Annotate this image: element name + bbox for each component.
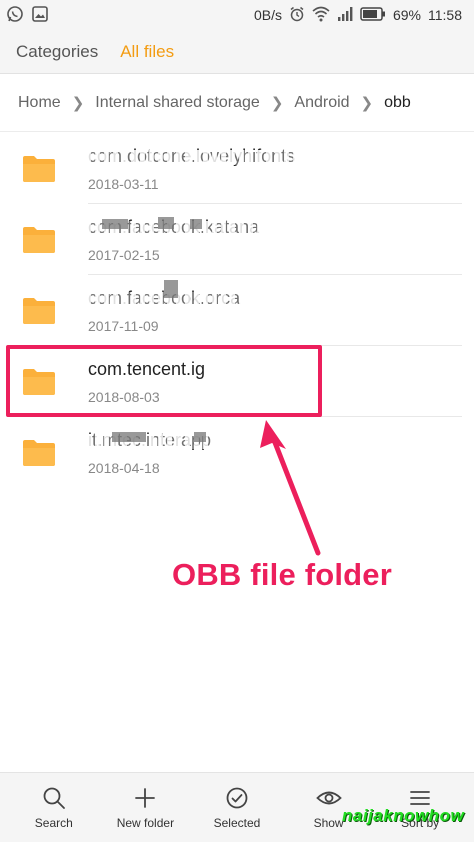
annotation-label: OBB file folder	[172, 557, 393, 592]
clock: 11:58	[428, 7, 462, 23]
file-row[interactable]: com.dotcone.lovelyhifonts 2018-03-11	[0, 133, 474, 204]
search-button[interactable]: Search	[11, 786, 97, 830]
redaction-blot	[158, 216, 174, 229]
breadcrumb-android[interactable]: Android	[294, 94, 349, 112]
file-text: com.facebook.katana 2017-02-15	[85, 216, 262, 263]
tab-categories[interactable]: Categories	[16, 42, 98, 62]
whatsapp-icon	[6, 5, 24, 26]
file-text: com.dotcone.lovelyhifonts 2018-03-11	[85, 145, 298, 192]
tab-header: Categories All files	[0, 30, 474, 74]
file-name-text: it.mtec.interapp	[88, 429, 212, 450]
file-row[interactable]: it.mtec.interapp 2018-04-18	[0, 417, 474, 488]
selected-label: Selected	[213, 815, 261, 830]
eye-icon	[315, 786, 342, 810]
selected-button[interactable]: Selected	[194, 786, 280, 830]
file-date: 2017-11-09	[88, 317, 159, 334]
folder-icon	[22, 155, 56, 183]
check-circle-icon	[225, 786, 249, 810]
tab-all-files[interactable]: All files	[120, 42, 174, 62]
image-icon	[31, 5, 49, 26]
file-text: com.facebook.orca 2017-11-09	[85, 279, 243, 334]
file-row[interactable]: com.facebook.orca 2017-11-09	[0, 275, 474, 346]
breadcrumb: Home ❯ Internal shared storage ❯ Android…	[0, 74, 474, 132]
plus-icon	[133, 786, 157, 810]
show-label: Show	[313, 815, 344, 830]
file-row[interactable]: com.tencent.ig 2018-08-03	[0, 346, 474, 417]
redaction-blot	[102, 218, 128, 229]
network-speed: 0B/s	[253, 7, 282, 23]
breadcrumb-obb[interactable]: obb	[384, 94, 411, 112]
alarm-icon	[289, 6, 305, 25]
file-text: it.mtec.interapp 2018-04-18	[85, 429, 214, 476]
watermark: naijaknowhow	[342, 806, 465, 825]
redaction-blot	[164, 279, 178, 298]
battery-level: 69%	[392, 7, 421, 23]
new-folder-label: New folder	[116, 815, 175, 830]
folder-icon	[22, 368, 56, 396]
folder-icon	[22, 439, 56, 467]
file-row[interactable]: com.facebook.katana 2017-02-15	[0, 204, 474, 275]
file-name: com.facebook.orca	[85, 279, 243, 309]
search-icon	[42, 786, 66, 810]
breadcrumb-internal-storage[interactable]: Internal shared storage	[95, 94, 260, 112]
folder-icon	[22, 226, 56, 254]
file-date: 2018-03-11	[88, 175, 159, 192]
signal-icon	[337, 6, 353, 25]
file-name: com.facebook.katana	[85, 216, 262, 238]
file-name: it.mtec.interapp	[85, 429, 214, 451]
new-folder-button[interactable]: New folder	[102, 786, 188, 830]
battery-icon	[360, 6, 386, 24]
file-date: 2018-08-03	[88, 388, 160, 405]
redaction-blot	[194, 431, 206, 442]
file-date: 2017-02-15	[88, 246, 160, 263]
status-bar: 0B/s 69% 11:58	[0, 0, 474, 30]
status-left	[6, 5, 49, 26]
chevron-right-icon: ❯	[360, 94, 374, 112]
wifi-icon	[312, 6, 330, 25]
chevron-right-icon: ❯	[270, 94, 284, 112]
file-list: com.dotcone.lovelyhifonts 2018-03-11 com…	[0, 133, 474, 488]
file-name: com.dotcone.lovelyhifonts	[85, 145, 298, 166]
folder-icon	[22, 297, 56, 325]
file-text: com.tencent.ig 2018-08-03	[88, 359, 205, 405]
file-name-tencent: com.tencent.ig	[88, 358, 206, 379]
file-date: 2018-04-18	[88, 459, 160, 476]
status-right: 0B/s 69% 11:58	[254, 6, 462, 25]
chevron-right-icon: ❯	[71, 94, 85, 112]
breadcrumb-home[interactable]: Home	[18, 94, 61, 112]
redaction-blot	[190, 218, 202, 229]
redaction-blot	[112, 431, 146, 442]
search-label: Search	[34, 815, 73, 830]
